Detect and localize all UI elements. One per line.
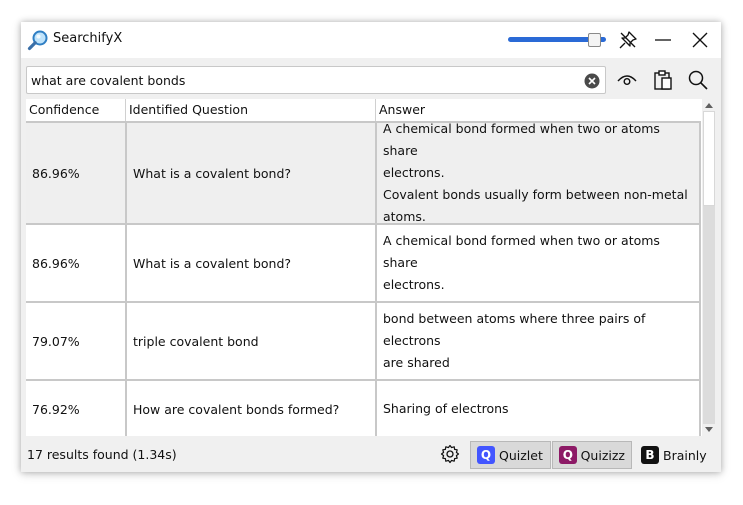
magnifier-app-icon — [27, 30, 48, 51]
quizlet-logo-icon: Q — [477, 446, 495, 464]
scroll-down-arrow-icon — [705, 427, 713, 432]
app-title: SearchifyX — [53, 31, 123, 46]
vertical-scrollbar[interactable] — [702, 99, 716, 436]
minimize-icon — [655, 39, 671, 41]
confidence-cell: 79.07% — [26, 303, 127, 379]
answer-cell: bond between atoms where three pairs of … — [377, 303, 701, 379]
answer-cell: A chemical bond formed when two or atoms… — [377, 121, 701, 224]
table-row[interactable]: 76.92% How are covalent bonds formed? Sh… — [26, 381, 701, 436]
quizlet-label: Quizlet — [499, 447, 543, 463]
scroll-up-button[interactable] — [702, 99, 716, 111]
answer-cell: A chemical bond formed when two or atoms… — [377, 225, 701, 301]
close-icon — [692, 32, 708, 48]
gear-icon — [440, 444, 460, 464]
quizizz-logo-icon: Q — [559, 446, 577, 464]
question-cell: How are covalent bonds formed? — [127, 381, 377, 436]
question-cell: What is a covalent bond? — [127, 225, 377, 301]
answer-cell: Sharing of electrons — [377, 381, 701, 436]
scrollbar-track[interactable] — [703, 206, 715, 424]
eye-icon — [617, 75, 637, 85]
settings-button[interactable] — [439, 443, 461, 465]
confidence-cell: 76.92% — [26, 381, 127, 436]
column-header-question[interactable]: Identified Question — [126, 99, 376, 121]
pin-button[interactable] — [615, 28, 641, 52]
unpin-icon — [619, 31, 637, 49]
close-button[interactable] — [687, 28, 713, 52]
results-count: 17 results found (1.34s) — [27, 447, 177, 462]
scrollbar-thumb[interactable] — [703, 111, 715, 206]
table-row[interactable]: 86.96% What is a covalent bond? A chemic… — [26, 121, 701, 225]
column-header-confidence[interactable]: Confidence — [26, 99, 126, 121]
scroll-up-arrow-icon — [705, 103, 713, 108]
ocr-view-button[interactable] — [614, 68, 640, 92]
minimize-button[interactable] — [650, 28, 676, 52]
title-bar[interactable]: SearchifyX — [21, 22, 721, 58]
scroll-down-button[interactable] — [702, 424, 716, 436]
confidence-cell: 86.96% — [26, 123, 127, 223]
quizizz-label: Quizizz — [580, 447, 625, 463]
question-cell: triple covalent bond — [127, 303, 377, 379]
opacity-slider[interactable] — [508, 33, 606, 47]
app-window: SearchifyX what are covalent bonds Confi… — [21, 22, 721, 472]
brainly-logo-icon: B — [641, 446, 659, 464]
search-box — [26, 66, 606, 94]
quizlet-source-toggle[interactable]: Q Quizlet — [470, 441, 551, 469]
search-button[interactable] — [685, 68, 711, 92]
question-cell: What is a covalent bond? — [127, 123, 377, 223]
results-table: Confidence Identified Question Answer 86… — [26, 99, 716, 436]
clipboard-icon — [654, 70, 672, 90]
opacity-slider-thumb[interactable] — [588, 33, 601, 47]
brainly-source-toggle[interactable]: B Brainly — [635, 441, 715, 469]
confidence-cell: 86.96% — [26, 225, 127, 301]
table-row[interactable]: 79.07% triple covalent bond bond between… — [26, 303, 701, 381]
brainly-label: Brainly — [663, 447, 707, 463]
search-input[interactable] — [31, 71, 571, 89]
quizizz-source-toggle[interactable]: Q Quizizz — [552, 441, 632, 469]
paste-button[interactable] — [650, 68, 676, 92]
clear-search-icon[interactable] — [584, 73, 600, 89]
search-icon — [688, 70, 708, 90]
table-row[interactable]: 86.96% What is a covalent bond? A chemic… — [26, 225, 701, 303]
